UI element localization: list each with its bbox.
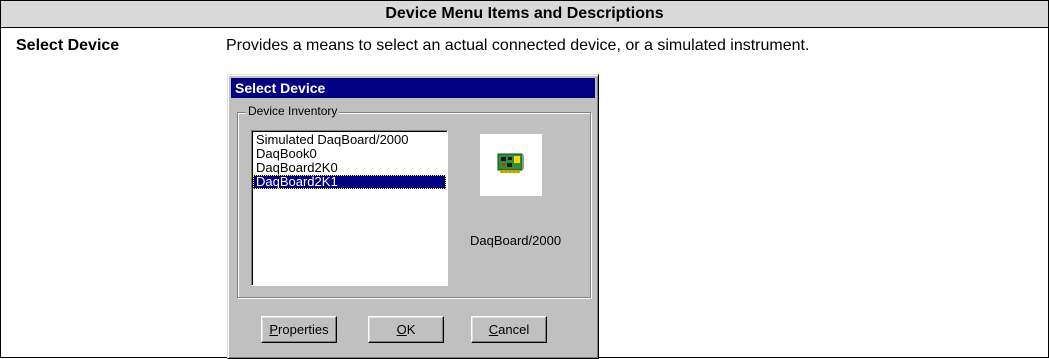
device-image-label: DaqBoard/2000 bbox=[470, 233, 562, 248]
properties-button[interactable]: Properties bbox=[261, 316, 337, 343]
device-list-item[interactable]: Simulated DaqBoard/2000 bbox=[253, 133, 446, 147]
device-inventory-group: Device Inventory Simulated DaqBoard/2000… bbox=[237, 104, 591, 298]
table-header-title: Device Menu Items and Descriptions bbox=[385, 5, 664, 22]
device-list-item[interactable]: DaqBoard2K0 bbox=[253, 161, 446, 175]
pci-board-icon bbox=[497, 153, 524, 173]
ok-button[interactable]: OK bbox=[368, 316, 444, 343]
table-header: Device Menu Items and Descriptions bbox=[1, 1, 1048, 28]
device-image-panel bbox=[480, 134, 542, 196]
device-list-item-selected[interactable]: DaqBoard2K1 bbox=[253, 175, 446, 189]
device-list[interactable]: Simulated DaqBoard/2000 DaqBook0 DaqBoar… bbox=[251, 130, 448, 286]
dialog-titlebar[interactable]: Select Device bbox=[231, 78, 595, 98]
cancel-button-label: Cancel bbox=[488, 322, 530, 337]
cancel-button[interactable]: Cancel bbox=[471, 316, 547, 343]
device-inventory-label: Device Inventory bbox=[246, 104, 340, 118]
ok-button-label: OK bbox=[396, 322, 416, 337]
row-label-select-device: Select Device bbox=[16, 37, 120, 54]
device-menu-table: Device Menu Items and Descriptions Selec… bbox=[0, 0, 1049, 359]
select-device-dialog: Select Device Device Inventory Simulated… bbox=[227, 74, 599, 359]
device-list-item[interactable]: DaqBook0 bbox=[253, 147, 446, 161]
dialog-title: Select Device bbox=[235, 80, 326, 96]
properties-button-label: Properties bbox=[269, 322, 329, 337]
row-description-select-device: Provides a means to select an actual con… bbox=[226, 37, 810, 54]
